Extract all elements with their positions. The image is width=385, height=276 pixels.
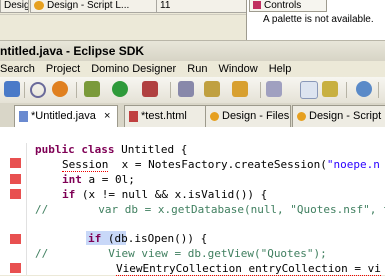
tab-untitled-java[interactable]: *Untitled.java ×	[14, 105, 118, 127]
editor-tab-bar: *Untitled.java × *test.html Design - Fil…	[0, 103, 385, 128]
code-line: ViewEntryCollection entryCollection = vi	[116, 261, 381, 276]
help-icon[interactable]	[30, 82, 46, 98]
tab-label: *Untitled.java	[31, 110, 96, 122]
menu-help[interactable]: Help	[269, 63, 292, 75]
open-type-icon[interactable]	[232, 81, 248, 97]
background-tab[interactable]: Design - Script L...	[30, 0, 159, 13]
menu-run[interactable]: Run	[187, 63, 207, 75]
keyword: int	[62, 173, 82, 186]
menu-project[interactable]: Project	[46, 63, 80, 75]
tab-design-script[interactable]: Design - Script L...	[292, 105, 385, 127]
design-icon	[34, 0, 44, 10]
keyword: if	[88, 232, 102, 245]
code-line: int a = 0l;	[62, 172, 135, 187]
java-file-icon	[19, 110, 28, 122]
navigate-icon[interactable]	[356, 81, 372, 97]
background-tab-label: 11	[160, 0, 171, 11]
code-line: Session x = NotesFactory.createSession("…	[62, 157, 380, 172]
code-line: public class Untitled {	[35, 142, 187, 157]
code-text: ViewEntryCollection entryCollection = vi	[116, 262, 381, 276]
background-tab-label: Design - Script L...	[47, 0, 130, 11]
run-icon[interactable]	[112, 81, 128, 97]
comment-marker: //	[35, 247, 49, 260]
notes-icon[interactable]	[52, 81, 68, 97]
error-marker-icon[interactable]	[10, 263, 21, 273]
code-line: // var db = x.getDatabase(null, "Quotes.n…	[35, 202, 385, 217]
code-text: Untitled {	[114, 143, 188, 156]
toolbar-separator	[378, 82, 379, 98]
tab-label: Design - Files	[222, 110, 290, 122]
error-marker-icon[interactable]	[10, 158, 21, 168]
debug-icon[interactable]	[84, 81, 100, 97]
tab-design-files[interactable]: Design - Files	[205, 105, 291, 127]
toolbar-separator	[76, 82, 77, 98]
code-line: if (x != null && x.isValid()) {	[62, 187, 267, 202]
code-text: (x != null && x.isValid()) {	[75, 188, 268, 201]
comment-text: View view = db.getView("Quotes");	[108, 247, 327, 260]
string-literal: "noepe.n	[326, 158, 380, 171]
search-icon[interactable]	[266, 81, 282, 97]
toolbar-separator	[24, 82, 25, 98]
editor-top-pad	[26, 127, 385, 143]
code-line: if (db.isOpen()) {	[88, 231, 207, 246]
toolbar-separator	[346, 82, 347, 98]
tab-label: *test.html	[141, 110, 187, 122]
build-icon[interactable]	[204, 81, 220, 97]
highlight-icon[interactable]	[322, 81, 338, 97]
controls-tab[interactable]: Controls	[249, 0, 327, 12]
window-title-bar[interactable]: ntitled.java - Eclipse SDK	[0, 40, 385, 62]
menu-domino-designer[interactable]: Domino Designer	[91, 63, 176, 75]
new-class-icon[interactable]	[178, 81, 194, 97]
menu-search[interactable]: Search	[0, 63, 35, 75]
background-tab[interactable]: 11	[156, 0, 249, 13]
type-name: Session	[62, 158, 109, 172]
code-editor[interactable]: public class Untitled { Session x = Note…	[0, 127, 385, 276]
close-icon[interactable]: ×	[104, 106, 110, 127]
toolbar-separator	[170, 82, 171, 98]
code-line: // View view = db.getView("Quotes");	[35, 246, 327, 261]
error-marker-icon[interactable]	[10, 234, 21, 244]
comment-marker: //	[35, 203, 49, 216]
new-icon[interactable]	[4, 81, 20, 97]
main-toolbar	[0, 77, 385, 104]
menu-window[interactable]: Window	[219, 63, 258, 75]
toolbar-separator	[260, 82, 261, 98]
annotation-ruler	[0, 127, 27, 275]
window-title: ntitled.java - Eclipse SDK	[0, 44, 145, 58]
error-marker-icon[interactable]	[10, 174, 21, 184]
comment-text: var db = x.getDatabase(null, "Quotes.nsf…	[98, 203, 385, 216]
controls-icon	[253, 1, 261, 10]
palette-panel: Controls A palette is not available.	[246, 0, 385, 40]
keyword: if	[62, 188, 76, 201]
divider	[0, 14, 246, 15]
design-icon	[297, 111, 306, 121]
design-icon	[210, 111, 219, 121]
code-text: a = 0l;	[81, 173, 135, 186]
code-text: (db.isOpen()) {	[101, 232, 208, 245]
background-tab-label: Design - Script L...	[4, 0, 28, 11]
tab-label: Design - Script L...	[309, 110, 385, 122]
palette-message: A palette is not available.	[263, 14, 374, 25]
controls-tab-label: Controls	[264, 0, 302, 11]
keyword: public class	[35, 143, 115, 156]
external-tools-icon[interactable]	[142, 81, 158, 97]
code-text: x = NotesFactory.createSession(	[108, 158, 327, 171]
toggle-mark-icon[interactable]	[300, 81, 318, 99]
tab-test-html[interactable]: *test.html	[124, 105, 206, 127]
html-file-icon	[129, 110, 138, 122]
menu-bar: Search Project Domino Designer Run Windo…	[0, 61, 385, 77]
background-tab[interactable]: Design - Script L...	[0, 0, 29, 13]
error-marker-icon[interactable]	[10, 189, 21, 199]
